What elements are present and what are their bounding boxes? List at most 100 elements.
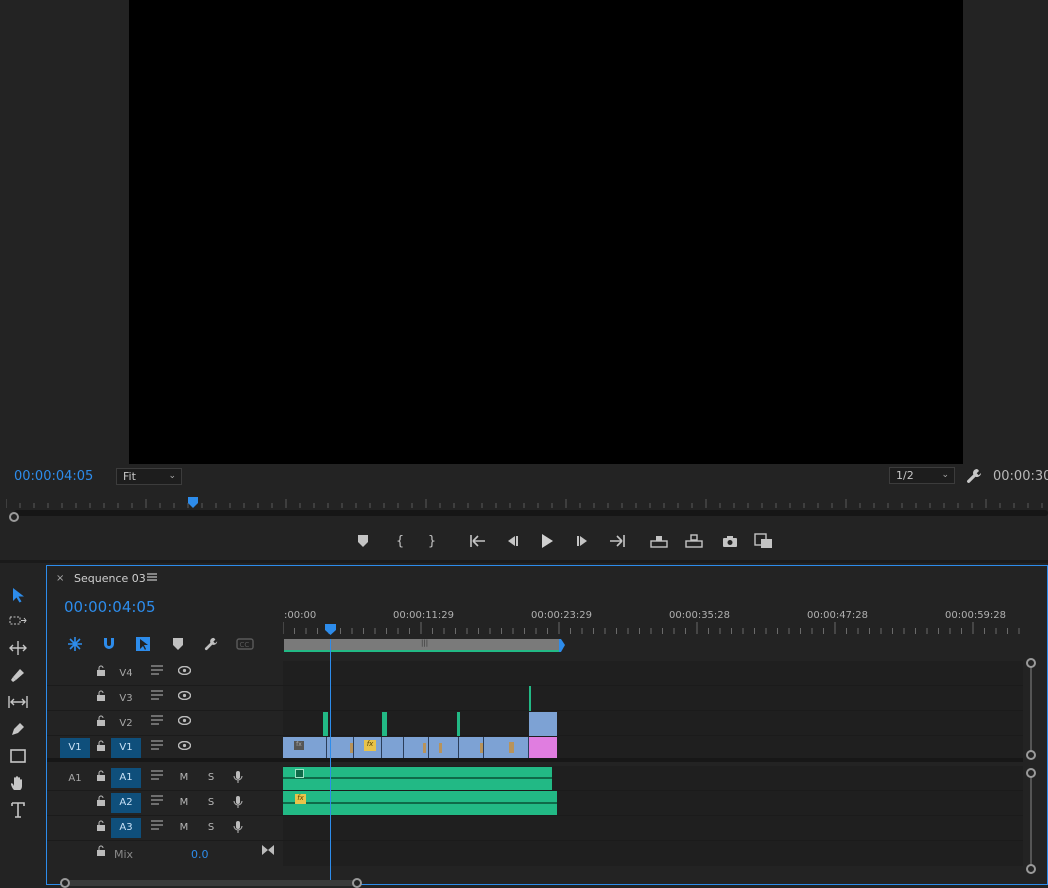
- lock-icon[interactable]: [93, 665, 109, 681]
- solo-button[interactable]: S: [203, 770, 219, 786]
- type-tool[interactable]: [5, 798, 31, 822]
- comparison-view-button[interactable]: [751, 528, 777, 554]
- go-to-out-button[interactable]: [604, 528, 630, 554]
- track-name-v4[interactable]: V4: [111, 665, 141, 682]
- track-area-v3[interactable]: [283, 686, 1023, 711]
- ripple-edit-tool[interactable]: [5, 636, 31, 660]
- slip-tool[interactable]: [5, 690, 31, 714]
- scrollbar-handle[interactable]: [1026, 864, 1036, 874]
- zoom-dropdown[interactable]: Fit ⌄: [116, 468, 182, 485]
- video-clip[interactable]: [404, 737, 429, 758]
- eye-icon[interactable]: [176, 690, 192, 706]
- track-area-mix[interactable]: [283, 841, 1023, 866]
- video-clip[interactable]: [429, 737, 459, 758]
- track-name-a3[interactable]: A3: [111, 818, 141, 838]
- transition-marker[interactable]: [509, 742, 514, 753]
- microphone-icon[interactable]: [230, 820, 246, 836]
- transition-marker[interactable]: [480, 743, 483, 753]
- scrollbar-handle[interactable]: [1026, 768, 1036, 778]
- source-patch-a1[interactable]: A1: [60, 770, 90, 787]
- lock-icon[interactable]: [93, 770, 109, 786]
- lock-icon[interactable]: [93, 795, 109, 811]
- audio-clip[interactable]: [283, 767, 552, 790]
- eye-icon[interactable]: [176, 665, 192, 681]
- mix-volume-value[interactable]: 0.0: [191, 848, 209, 861]
- audio-clip[interactable]: fx: [283, 791, 557, 815]
- selection-tool[interactable]: [5, 583, 31, 607]
- work-area-grip-icon[interactable]: |||: [421, 639, 428, 647]
- video-clip[interactable]: [484, 737, 529, 758]
- sync-lock-icon[interactable]: [149, 740, 165, 756]
- video-tracks-scrollbar[interactable]: [1026, 658, 1036, 761]
- sync-lock-icon[interactable]: [149, 690, 165, 706]
- transition-marker[interactable]: [423, 743, 426, 753]
- lock-icon[interactable]: [93, 820, 109, 836]
- lock-icon[interactable]: [93, 740, 109, 756]
- video-clip[interactable]: fx: [283, 737, 327, 758]
- lock-icon[interactable]: [93, 690, 109, 706]
- razor-tool[interactable]: [5, 663, 31, 687]
- add-marker-button[interactable]: [350, 528, 376, 554]
- eye-icon[interactable]: [176, 740, 192, 756]
- track-area-v2[interactable]: [283, 711, 1023, 736]
- sequence-timecode[interactable]: 00:00:04:05: [64, 598, 156, 616]
- snap-icon[interactable]: [98, 636, 120, 652]
- timeline-settings-wrench-icon[interactable]: [200, 636, 222, 652]
- mute-button[interactable]: M: [176, 795, 192, 811]
- hand-tool[interactable]: [5, 771, 31, 795]
- transition-marker[interactable]: [350, 743, 353, 753]
- video-clip[interactable]: [327, 737, 354, 758]
- monitor-zoom-scrollbar[interactable]: [14, 510, 1048, 516]
- close-tab-icon[interactable]: ×: [56, 573, 64, 584]
- video-clip[interactable]: [382, 712, 387, 736]
- sync-lock-icon[interactable]: [149, 715, 165, 731]
- microphone-icon[interactable]: [230, 770, 246, 786]
- track-name-v3[interactable]: V3: [111, 690, 141, 707]
- track-area-a2[interactable]: fx: [283, 791, 1023, 815]
- track-name-v2[interactable]: V2: [111, 715, 141, 732]
- pen-tool[interactable]: [5, 717, 31, 741]
- play-button[interactable]: [534, 528, 560, 554]
- add-marker-icon[interactable]: [167, 636, 189, 652]
- timeline-playhead-line[interactable]: [330, 639, 331, 886]
- audio-tracks-scrollbar[interactable]: [1026, 768, 1036, 878]
- timeline-playhead-head-icon[interactable]: [325, 624, 336, 635]
- rectangle-tool[interactable]: [5, 744, 31, 768]
- sync-lock-icon[interactable]: [149, 820, 165, 836]
- lock-icon[interactable]: [93, 715, 109, 731]
- solo-button[interactable]: S: [203, 795, 219, 811]
- nest-toggle-icon[interactable]: [64, 636, 86, 652]
- step-back-button[interactable]: [499, 528, 525, 554]
- video-clip[interactable]: [382, 737, 404, 758]
- track-area-v1[interactable]: fx fx: [283, 736, 1023, 758]
- sync-lock-icon[interactable]: [149, 665, 165, 681]
- linked-selection-icon[interactable]: [132, 636, 154, 652]
- monitor-time-ruler[interactable]: [6, 497, 1046, 509]
- track-area-v4[interactable]: [283, 661, 1023, 685]
- mix-expand-icon[interactable]: [262, 845, 274, 855]
- track-area-a1[interactable]: [283, 766, 1023, 790]
- track-name-a2[interactable]: A2: [111, 793, 141, 813]
- transition-marker[interactable]: [439, 743, 442, 753]
- work-area-bar[interactable]: |||: [284, 639, 559, 652]
- microphone-icon[interactable]: [230, 795, 246, 811]
- scrollbar-handle[interactable]: [1026, 750, 1036, 760]
- track-select-tool[interactable]: [5, 609, 31, 633]
- playhead-marker-icon[interactable]: [188, 497, 198, 508]
- wrench-settings-icon[interactable]: [966, 468, 982, 484]
- scrollbar-handle[interactable]: [352, 878, 362, 888]
- track-name-v1[interactable]: V1: [111, 738, 141, 758]
- scrollbar-handle[interactable]: [1026, 658, 1036, 668]
- track-name-a1[interactable]: A1: [111, 768, 141, 788]
- timeline-ruler[interactable]: :00:00 00:00:11:29 00:00:23:29 00:00:35:…: [283, 604, 1025, 638]
- step-forward-button[interactable]: [570, 528, 596, 554]
- solo-button[interactable]: S: [203, 820, 219, 836]
- eye-icon[interactable]: [176, 715, 192, 731]
- mute-button[interactable]: M: [176, 820, 192, 836]
- captions-icon[interactable]: CC: [234, 636, 256, 652]
- scrollbar-handle[interactable]: [9, 512, 19, 522]
- video-clip[interactable]: [459, 737, 484, 758]
- mark-out-button[interactable]: }: [419, 528, 445, 554]
- go-to-in-button[interactable]: [465, 528, 491, 554]
- sync-lock-icon[interactable]: [149, 770, 165, 786]
